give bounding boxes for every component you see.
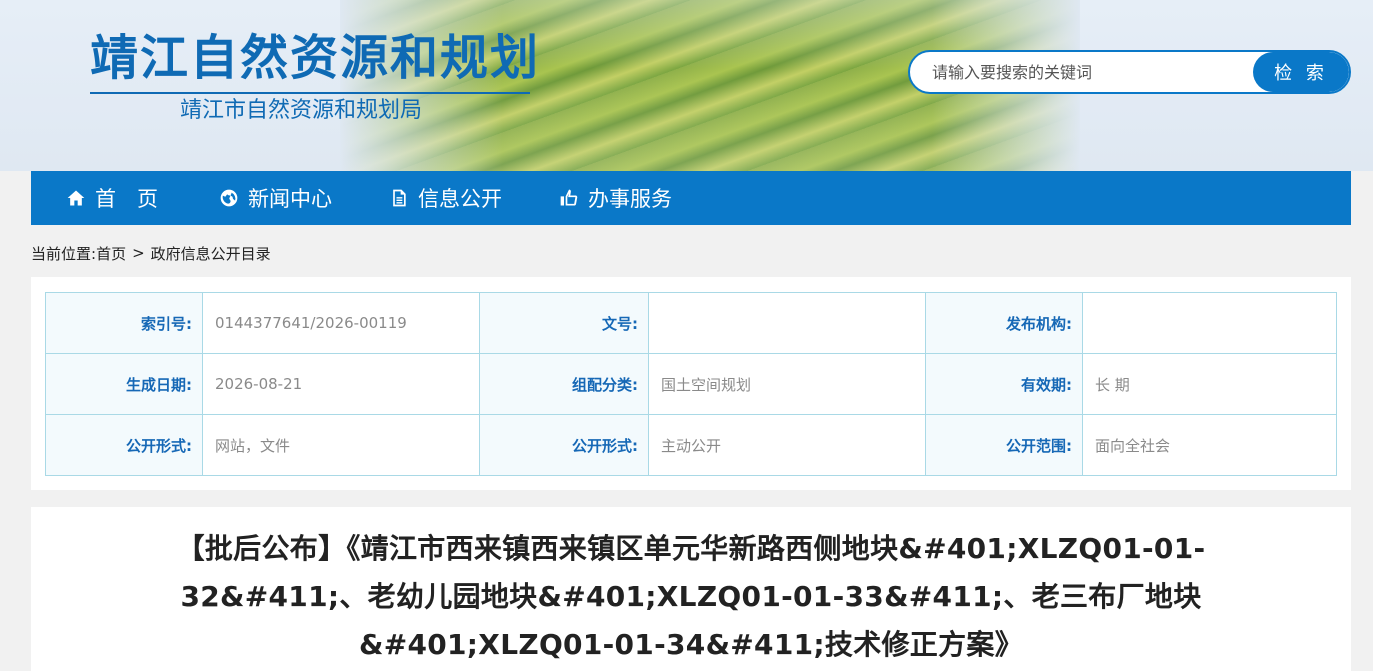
search-button[interactable]: 检 索 <box>1253 52 1349 92</box>
site-subtitle: 靖江市自然资源和规划局 <box>180 98 423 123</box>
meta-value-category: 国土空间规划 <box>648 353 926 415</box>
nav-label: 新闻中心 <box>248 187 332 211</box>
nav-item-services[interactable]: 办事服务 <box>558 171 672 225</box>
home-icon <box>65 187 87 209</box>
meta-row: 生成日期: 2026-08-21 组配分类: 国土空间规划 有效期: 长 期 <box>45 353 1337 415</box>
meta-value-publisher <box>1082 292 1337 354</box>
nav-item-news[interactable]: 新闻中心 <box>218 171 332 225</box>
main-nav: 首 页 新闻中心 信息公开 办事服务 <box>31 171 1351 225</box>
meta-label-disclosure-form: 公开形式: <box>45 414 203 476</box>
search-box: 检 索 <box>908 50 1351 94</box>
meta-label-doc-number: 文号: <box>479 292 649 354</box>
search-input[interactable] <box>910 52 1255 92</box>
nav-label: 首 页 <box>95 187 158 211</box>
thumbs-up-icon <box>558 187 580 209</box>
title-divider <box>90 92 530 94</box>
meta-row: 索引号: 0144377641/2026-00119 文号: 发布机构: <box>45 292 1337 354</box>
meta-panel: 索引号: 0144377641/2026-00119 文号: 发布机构: 生成日… <box>31 277 1351 490</box>
article-title: 【批后公布】《靖江市西来镇西来镇区单元华新路西侧地块&#401;XLZQ01-0… <box>176 532 1206 661</box>
nav-label: 信息公开 <box>418 187 502 211</box>
meta-label-publisher: 发布机构: <box>925 292 1083 354</box>
breadcrumb: 当前位置: 首页 > 政府信息公开目录 <box>31 242 271 264</box>
meta-table: 索引号: 0144377641/2026-00119 文号: 发布机构: 生成日… <box>45 292 1337 476</box>
site-title: 靖江自然资源和规划 <box>90 30 541 86</box>
nav-item-info[interactable]: 信息公开 <box>388 171 502 225</box>
meta-label-validity: 有效期: <box>925 353 1083 415</box>
meta-value-disclosure-form: 网站，文件 <box>202 414 480 476</box>
meta-value-index: 0144377641/2026-00119 <box>202 292 480 354</box>
meta-value-doc-number <box>648 292 926 354</box>
meta-value-validity: 长 期 <box>1082 353 1337 415</box>
meta-label-date: 生成日期: <box>45 353 203 415</box>
meta-value-scope: 面向全社会 <box>1082 414 1337 476</box>
meta-label-scope: 公开范围: <box>925 414 1083 476</box>
meta-label-disclosure-type: 公开形式: <box>479 414 649 476</box>
document-icon <box>388 187 410 209</box>
meta-row: 公开形式: 网站，文件 公开形式: 主动公开 公开范围: 面向全社会 <box>45 414 1337 476</box>
meta-label-category: 组配分类: <box>479 353 649 415</box>
breadcrumb-home-link[interactable]: 首页 <box>96 243 126 264</box>
article-panel: 【批后公布】《靖江市西来镇西来镇区单元华新路西侧地块&#401;XLZQ01-0… <box>31 507 1351 671</box>
meta-value-disclosure-type: 主动公开 <box>648 414 926 476</box>
breadcrumb-prefix: 当前位置: <box>31 244 97 263</box>
breadcrumb-current-link[interactable]: 政府信息公开目录 <box>151 243 271 264</box>
nav-item-home[interactable]: 首 页 <box>65 171 158 225</box>
header-banner: 靖江自然资源和规划 靖江市自然资源和规划局 检 索 <box>0 0 1373 171</box>
meta-value-date: 2026-08-21 <box>202 353 480 415</box>
nav-label: 办事服务 <box>588 187 672 211</box>
breadcrumb-separator: > <box>132 244 145 262</box>
globe-icon <box>218 187 240 209</box>
meta-label-index: 索引号: <box>45 292 203 354</box>
